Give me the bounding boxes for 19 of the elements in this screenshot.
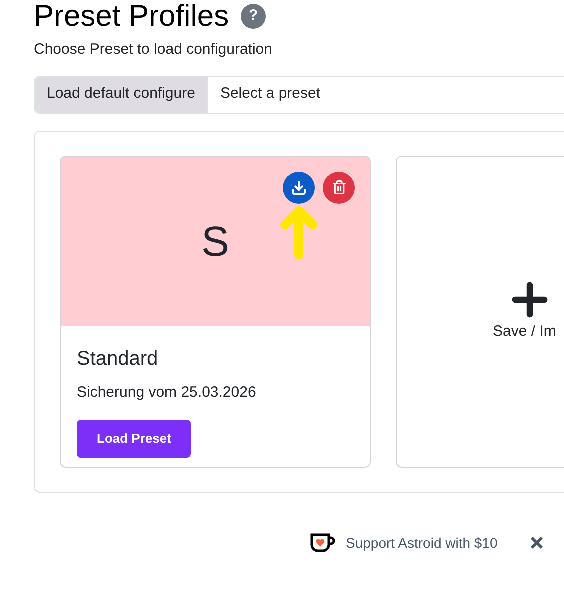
select-label: Load default configure <box>35 76 208 112</box>
preset-initial: S <box>201 216 230 266</box>
download-icon <box>291 180 307 196</box>
trash-icon <box>332 180 346 195</box>
preset-select[interactable]: Load default configure Select a preset <box>34 76 564 114</box>
add-preset-card[interactable]: Save / Im <box>396 156 564 468</box>
page-title: Preset Profiles <box>34 0 230 35</box>
page-subtitle: Choose Preset to load configuration <box>34 40 272 60</box>
add-preset-label: Save / Im <box>493 322 556 342</box>
support-link[interactable]: Support Astroid with $10 <box>346 532 498 554</box>
load-preset-button[interactable]: Load Preset <box>77 420 192 458</box>
help-icon[interactable]: ? <box>241 4 266 29</box>
cross-logo-icon <box>530 536 544 550</box>
preset-name: Standard <box>77 346 158 372</box>
coffee-cup-icon <box>310 533 336 553</box>
download-button[interactable] <box>283 172 315 204</box>
delete-button[interactable] <box>323 172 355 204</box>
select-placeholder: Select a preset <box>219 84 322 104</box>
preset-description: Sicherung vom 25.03.2026 <box>77 382 256 402</box>
